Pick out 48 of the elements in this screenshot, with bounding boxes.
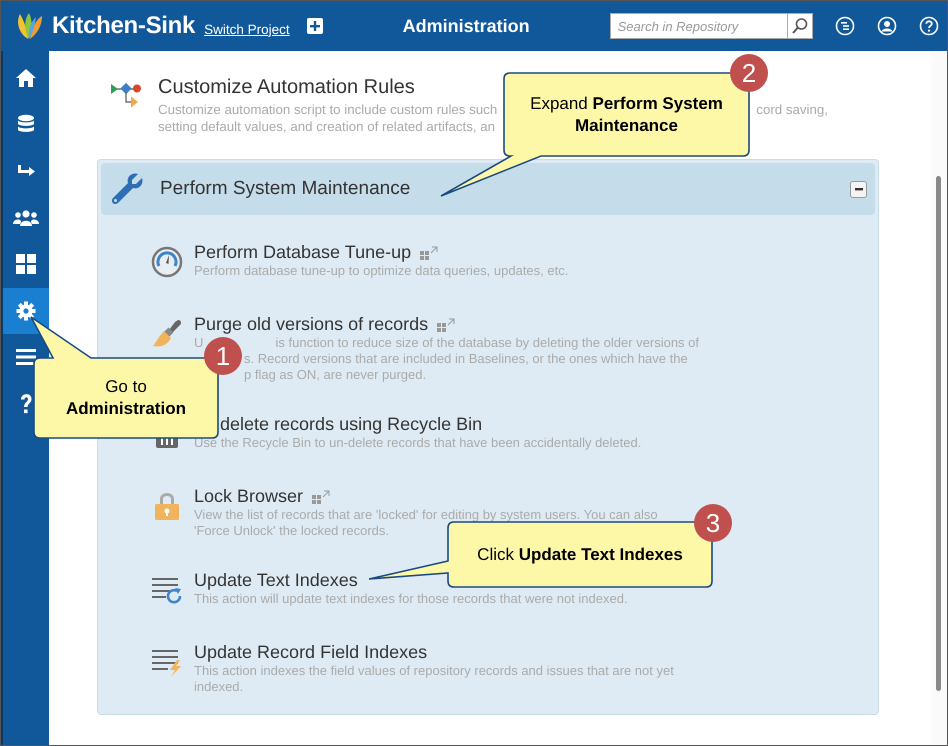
user-icon[interactable]	[876, 16, 897, 36]
search-icon	[790, 17, 809, 35]
callout-text: Go to Administration	[65, 376, 187, 420]
description-text: s. Record versions that are included in Baselines, or the ones which have the	[244, 351, 688, 367]
gauge-icon	[151, 246, 183, 278]
home-icon	[15, 68, 37, 88]
description-text: U	[194, 335, 204, 351]
description-text: p flag as ON, are never purged.	[244, 367, 426, 383]
app-name: Kitchen-Sink	[52, 12, 196, 40]
description-text: This action will update text indexes for those records that were not indexed.	[194, 591, 628, 607]
callout-text: Expand Perform System Maintenance	[529, 92, 724, 136]
description-text: is function to reduce size of the database by deleting the older versions of	[276, 335, 699, 351]
item-title[interactable]: Customize Automation Rules	[158, 76, 415, 98]
collapse-button[interactable]	[850, 180, 867, 198]
users-icon	[13, 208, 39, 227]
action-link[interactable]: delete records using Recycle Bin	[220, 414, 482, 435]
help-icon[interactable]	[918, 16, 939, 36]
help-icon	[19, 392, 33, 415]
description-text: Use the Recycle Bin to un-delete records that have been accidentally deleted.	[194, 435, 642, 451]
page-title: Administration	[402, 16, 531, 36]
description-text: This action indexes the field values of repository records and issues that are not yet	[194, 663, 674, 679]
description-text: View the list of records that are 'locked' for editing by system users. You can also	[194, 507, 658, 523]
list-icon[interactable]	[834, 16, 855, 36]
add-icon[interactable]	[306, 18, 323, 34]
switch-project-link[interactable]: Switch Project	[204, 22, 290, 36]
action-link[interactable]: Lock Browser	[194, 486, 304, 507]
search-button[interactable]	[788, 13, 813, 39]
gear-icon	[16, 300, 36, 321]
description-text: 'Force Unlock' the locked records.	[194, 523, 389, 539]
description-text: Perform database tune-up to optimize data queries, updates, etc.	[194, 263, 568, 279]
action-link[interactable]: Purge old versions of records	[194, 314, 428, 335]
description-text: cord saving,	[756, 101, 828, 118]
panel-title: Perform System Maintenance	[160, 178, 412, 200]
description-text: indexed.	[194, 679, 244, 695]
action-link[interactable]: Update Text Indexes	[194, 570, 358, 591]
search-field[interactable]: Search in Repository	[610, 13, 788, 39]
callout-text: Click Update Text Indexes	[477, 544, 683, 566]
description-text: setting default values, and creation of related artifacts, an	[158, 118, 496, 135]
scrollbar[interactable]	[931, 51, 947, 745]
sidebar-item[interactable]	[3, 288, 49, 334]
grid-icon	[16, 254, 36, 274]
action-link[interactable]: Perform Database Tune-up	[194, 242, 412, 263]
action-link[interactable]: Update Record Field Indexes	[194, 642, 428, 663]
menu-icon	[16, 348, 36, 366]
panel-header[interactable]: Perform System Maintenance	[101, 163, 875, 215]
wrench-icon	[110, 172, 144, 206]
description-text: Customize automation script to include custom rules such	[158, 101, 498, 118]
step-badge: 2	[730, 54, 768, 92]
